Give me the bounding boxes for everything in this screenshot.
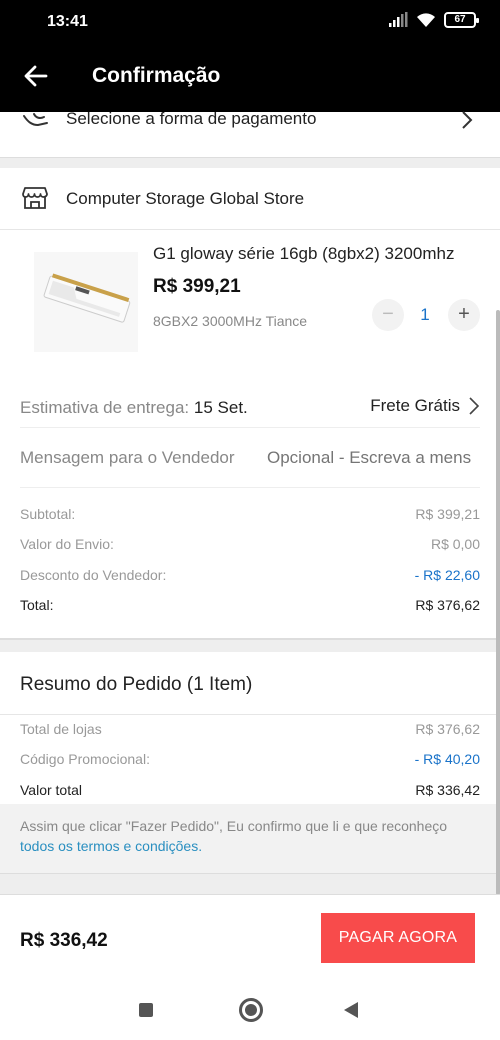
store-card: Computer Storage Global Store G1 gloway … — [0, 168, 500, 640]
signal-icon — [389, 12, 408, 27]
summary-value: R$ 0,00 — [430, 536, 480, 552]
summary-label: Subtotal: — [20, 506, 76, 522]
product-title[interactable]: G1 gloway série 16gb (8gbx2) 3200mhz — [153, 244, 483, 264]
chevron-right-icon — [462, 111, 473, 129]
wifi-icon — [417, 13, 435, 27]
order-value: R$ 376,62 — [415, 721, 480, 737]
seller-message-label: Mensagem para o Vendedor — [20, 448, 235, 467]
checkout-total: R$ 336,42 — [20, 930, 108, 951]
delivery-date: 15 Set. — [193, 398, 248, 417]
divider — [0, 714, 500, 715]
status-icons: 67 — [388, 12, 479, 28]
summary-value: - R$ 22,60 — [414, 567, 480, 583]
scrollbar[interactable] — [496, 310, 500, 895]
app-bar: Confirmação — [0, 44, 500, 112]
payment-method-label: Selecione a forma de pagamento — [66, 109, 317, 128]
summary-value: R$ 399,21 — [415, 506, 480, 522]
product-price: R$ 399,21 — [153, 276, 241, 297]
store-icon — [22, 187, 48, 209]
pay-now-button[interactable]: PAGAR AGORA — [321, 913, 475, 963]
status-bar: 13:41 67 — [0, 0, 500, 44]
chevron-right-icon — [469, 397, 480, 415]
order-value: - R$ 40,20 — [414, 751, 480, 767]
system-nav-bar — [0, 980, 500, 1040]
summary-label: Total: — [20, 597, 54, 613]
ram-module-icon — [43, 273, 131, 323]
order-value: R$ 336,42 — [415, 782, 480, 798]
order-summary-title: Resumo do Pedido (1 Item) — [20, 674, 253, 695]
seller-message-row: Mensagem para o Vendedor — [20, 436, 480, 488]
page-title: Confirmação — [92, 64, 221, 87]
delivery-estimate: Estimativa de entrega: 15 Set. — [20, 398, 248, 418]
delivery-row[interactable]: Estimativa de entrega: 15 Set. Frete Grá… — [20, 388, 480, 428]
order-summary-card: Resumo do Pedido (1 Item) Total de lojas… — [0, 652, 500, 874]
summary-label: Valor do Envio: — [20, 536, 114, 552]
store-name[interactable]: Computer Storage Global Store — [66, 189, 304, 209]
back-arrow-icon[interactable] — [22, 62, 50, 90]
quantity-value: 1 — [420, 305, 430, 324]
nav-circle-icon[interactable] — [239, 998, 263, 1022]
store-header: Computer Storage Global Store — [0, 168, 500, 230]
order-label: Valor total — [20, 782, 82, 798]
nav-back-icon[interactable] — [344, 1002, 358, 1018]
payment-method-row[interactable]: Selecione a forma de pagamento — [0, 109, 500, 158]
nav-square-icon[interactable] — [139, 1003, 153, 1017]
payment-hand-icon — [23, 113, 48, 127]
quantity-increase-button[interactable]: + — [448, 299, 480, 331]
battery-icon: 67 — [444, 12, 479, 28]
terms-text: Assim que clicar "Fazer Pedido", Eu conf… — [20, 818, 448, 834]
status-time: 13:41 — [47, 13, 88, 30]
product-variant: 8GBX2 3000MHz Tiance — [153, 313, 308, 329]
summary-label: Desconto do Vendedor: — [20, 567, 167, 583]
shipping-option: Frete Grátis — [370, 396, 460, 415]
order-label: Código Promocional: — [20, 751, 150, 767]
checkout-bar: R$ 336,42 PAGAR AGORA — [0, 894, 500, 980]
delivery-label: Estimativa de entrega: — [20, 398, 190, 417]
terms-notice: Assim que clicar "Fazer Pedido", Eu conf… — [0, 804, 500, 874]
quantity-decrease-button[interactable]: − — [372, 299, 404, 331]
order-label: Total de lojas — [20, 721, 102, 737]
product-image[interactable] — [34, 252, 138, 352]
summary-value: R$ 376,62 — [415, 597, 480, 613]
seller-message-input[interactable] — [267, 448, 480, 468]
terms-link[interactable]: todos os termos e condições. — [20, 838, 202, 854]
